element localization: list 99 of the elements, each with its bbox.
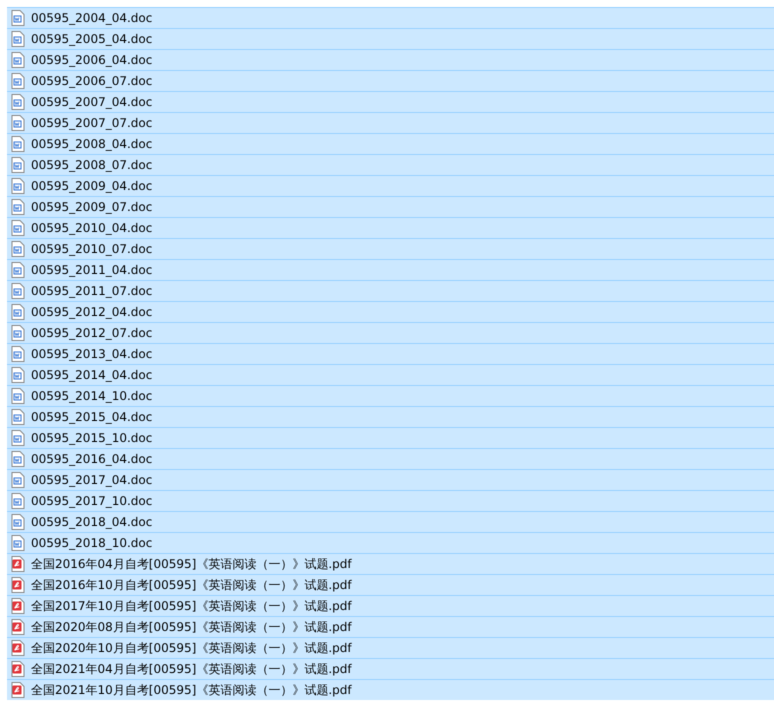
- file-name: 00595_2010_07.doc: [31, 241, 152, 258]
- file-row[interactable]: 00595_2017_10.doc: [7, 490, 774, 511]
- file-row[interactable]: 全国2020年10月自考[00595]《英语阅读（一）》试题.pdf: [7, 637, 774, 658]
- word-document-icon: [11, 493, 25, 509]
- file-name: 00595_2010_04.doc: [31, 220, 152, 237]
- file-row[interactable]: 全国2016年10月自考[00595]《英语阅读（一）》试题.pdf: [7, 574, 774, 595]
- file-row[interactable]: 00595_2007_04.doc: [7, 91, 774, 112]
- word-document-icon: [11, 220, 25, 236]
- file-name: 00595_2017_10.doc: [31, 493, 152, 510]
- word-document-icon: [11, 388, 25, 404]
- file-name: 全国2017年10月自考[00595]《英语阅读（一）》试题.pdf: [31, 598, 352, 615]
- word-document-icon: [11, 325, 25, 341]
- pdf-document-icon: [11, 682, 25, 698]
- file-row[interactable]: 00595_2010_07.doc: [7, 238, 774, 259]
- file-row[interactable]: 00595_2012_04.doc: [7, 301, 774, 322]
- pdf-document-icon: [11, 598, 25, 614]
- file-name: 全国2021年04月自考[00595]《英语阅读（一）》试题.pdf: [31, 661, 352, 678]
- file-name: 00595_2018_10.doc: [31, 535, 152, 552]
- file-name: 全国2016年10月自考[00595]《英语阅读（一）》试题.pdf: [31, 577, 352, 594]
- file-row[interactable]: 00595_2012_07.doc: [7, 322, 774, 343]
- word-document-icon: [11, 199, 25, 215]
- file-row[interactable]: 全国2021年10月自考[00595]《英语阅读（一）》试题.pdf: [7, 679, 774, 700]
- file-row[interactable]: 全国2020年08月自考[00595]《英语阅读（一）》试题.pdf: [7, 616, 774, 637]
- word-document-icon: [11, 283, 25, 299]
- file-name: 00595_2014_04.doc: [31, 367, 152, 384]
- word-document-icon: [11, 10, 25, 26]
- file-name: 00595_2012_07.doc: [31, 325, 152, 342]
- file-name: 00595_2015_04.doc: [31, 409, 152, 426]
- file-row[interactable]: 全国2021年04月自考[00595]《英语阅读（一）》试题.pdf: [7, 658, 774, 679]
- file-row[interactable]: 00595_2011_04.doc: [7, 259, 774, 280]
- file-row[interactable]: 00595_2017_04.doc: [7, 469, 774, 490]
- word-document-icon: [11, 115, 25, 131]
- file-name: 00595_2004_04.doc: [31, 10, 152, 27]
- word-document-icon: [11, 52, 25, 68]
- file-row[interactable]: 全国2016年04月自考[00595]《英语阅读（一）》试题.pdf: [7, 553, 774, 574]
- file-name: 00595_2005_04.doc: [31, 31, 152, 48]
- word-document-icon: [11, 157, 25, 173]
- file-row[interactable]: 00595_2008_04.doc: [7, 133, 774, 154]
- file-row[interactable]: 00595_2011_07.doc: [7, 280, 774, 301]
- file-row[interactable]: 00595_2013_04.doc: [7, 343, 774, 364]
- file-name: 00595_2008_07.doc: [31, 157, 152, 174]
- file-row[interactable]: 00595_2015_04.doc: [7, 406, 774, 427]
- file-name: 全国2016年04月自考[00595]《英语阅读（一）》试题.pdf: [31, 556, 352, 573]
- file-row[interactable]: 00595_2018_10.doc: [7, 532, 774, 553]
- word-document-icon: [11, 94, 25, 110]
- file-row[interactable]: 00595_2004_04.doc: [7, 7, 774, 28]
- file-name: 全国2020年10月自考[00595]《英语阅读（一）》试题.pdf: [31, 640, 352, 657]
- file-name: 全国2021年10月自考[00595]《英语阅读（一）》试题.pdf: [31, 682, 352, 699]
- word-document-icon: [11, 472, 25, 488]
- pdf-document-icon: [11, 619, 25, 635]
- file-name: 00595_2006_07.doc: [31, 73, 152, 90]
- file-name: 全国2020年08月自考[00595]《英语阅读（一）》试题.pdf: [31, 619, 352, 636]
- file-name: 00595_2016_04.doc: [31, 451, 152, 468]
- word-document-icon: [11, 430, 25, 446]
- file-row[interactable]: 00595_2009_07.doc: [7, 196, 774, 217]
- file-row[interactable]: 00595_2008_07.doc: [7, 154, 774, 175]
- file-name: 00595_2014_10.doc: [31, 388, 152, 405]
- file-name: 00595_2011_04.doc: [31, 262, 152, 279]
- word-document-icon: [11, 535, 25, 551]
- file-name: 00595_2011_07.doc: [31, 283, 152, 300]
- word-document-icon: [11, 367, 25, 383]
- file-name: 00595_2012_04.doc: [31, 304, 152, 321]
- word-document-icon: [11, 262, 25, 278]
- pdf-document-icon: [11, 577, 25, 593]
- word-document-icon: [11, 514, 25, 530]
- file-row[interactable]: 00595_2010_04.doc: [7, 217, 774, 238]
- word-document-icon: [11, 451, 25, 467]
- file-row[interactable]: 00595_2015_10.doc: [7, 427, 774, 448]
- file-row[interactable]: 00595_2005_04.doc: [7, 28, 774, 49]
- word-document-icon: [11, 178, 25, 194]
- file-row[interactable]: 00595_2009_04.doc: [7, 175, 774, 196]
- file-row[interactable]: 00595_2018_04.doc: [7, 511, 774, 532]
- pdf-document-icon: [11, 661, 25, 677]
- word-document-icon: [11, 241, 25, 257]
- file-name: 00595_2017_04.doc: [31, 472, 152, 489]
- word-document-icon: [11, 31, 25, 47]
- word-document-icon: [11, 409, 25, 425]
- word-document-icon: [11, 346, 25, 362]
- file-row[interactable]: 00595_2014_04.doc: [7, 364, 774, 385]
- file-name: 00595_2007_04.doc: [31, 94, 152, 111]
- file-row[interactable]: 全国2017年10月自考[00595]《英语阅读（一）》试题.pdf: [7, 595, 774, 616]
- file-name: 00595_2015_10.doc: [31, 430, 152, 447]
- word-document-icon: [11, 304, 25, 320]
- file-row[interactable]: 00595_2006_07.doc: [7, 70, 774, 91]
- file-row[interactable]: 00595_2016_04.doc: [7, 448, 774, 469]
- file-name: 00595_2013_04.doc: [31, 346, 152, 363]
- file-name: 00595_2009_04.doc: [31, 178, 152, 195]
- file-name: 00595_2018_04.doc: [31, 514, 152, 531]
- file-row[interactable]: 00595_2006_04.doc: [7, 49, 774, 70]
- word-document-icon: [11, 136, 25, 152]
- file-name: 00595_2008_04.doc: [31, 136, 152, 153]
- file-name: 00595_2007_07.doc: [31, 115, 152, 132]
- pdf-document-icon: [11, 640, 25, 656]
- file-row[interactable]: 00595_2007_07.doc: [7, 112, 774, 133]
- file-row[interactable]: 00595_2014_10.doc: [7, 385, 774, 406]
- word-document-icon: [11, 73, 25, 89]
- pdf-document-icon: [11, 556, 25, 572]
- file-name: 00595_2006_04.doc: [31, 52, 152, 69]
- file-name: 00595_2009_07.doc: [31, 199, 152, 216]
